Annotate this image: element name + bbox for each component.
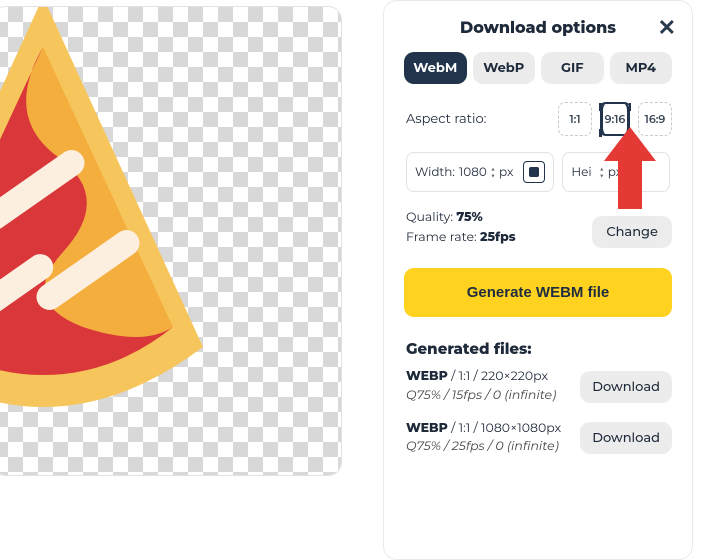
ratio-9-16[interactable]: 9:16 — [598, 102, 632, 136]
height-label: Hei — [571, 165, 591, 180]
px-unit: px — [499, 165, 513, 180]
generated-heading: Generated files: — [406, 339, 672, 358]
width-label: Width: — [415, 165, 455, 180]
format-webm[interactable]: WebM — [404, 52, 467, 84]
close-icon[interactable]: ✕ — [658, 17, 676, 39]
file-meta-top: WEBP / 1:1 / 220×220px — [406, 368, 580, 387]
width-stepper-icon[interactable]: ▲▼ — [491, 165, 495, 179]
ratio-1-1[interactable]: 1:1 — [558, 102, 592, 136]
pizza-illustration — [0, 6, 233, 417]
format-gif[interactable]: GIF — [541, 52, 604, 84]
generated-file-row: WEBP / 1:1 / 1080×1080px Q75% / 25fps / … — [404, 420, 672, 458]
format-tabs: WebM WebP GIF MP4 — [404, 52, 672, 84]
file-meta-top: WEBP / 1:1 / 1080×1080px — [406, 420, 580, 439]
file-meta-detail: Q75% / 25fps / 0 (infinite) — [406, 438, 580, 457]
lock-aspect-icon[interactable] — [523, 161, 545, 183]
ratio-16-9[interactable]: 16:9 — [638, 102, 672, 136]
width-input[interactable]: Width: 1080 ▲▼ px — [406, 152, 554, 192]
format-mp4[interactable]: MP4 — [610, 52, 673, 84]
height-input[interactable]: Hei ▲▼ px — [562, 152, 670, 192]
panel-title: Download options — [404, 19, 672, 38]
format-webp[interactable]: WebP — [473, 52, 536, 84]
transparent-canvas — [0, 6, 342, 476]
generate-button[interactable]: Generate WEBM file — [404, 268, 672, 317]
change-button[interactable]: Change — [592, 216, 672, 248]
generated-file-row: WEBP / 1:1 / 220×220px Q75% / 15fps / 0 … — [404, 368, 672, 406]
aspect-ratio-group: 1:1 9:16 16:9 — [558, 102, 672, 136]
width-value: 1080 — [459, 165, 487, 180]
download-panel: ✕ Download options WebM WebP GIF MP4 Asp… — [383, 0, 693, 560]
aspect-label: Aspect ratio: — [404, 111, 558, 127]
preview-pane — [0, 0, 365, 549]
height-stepper-icon[interactable]: ▲▼ — [600, 165, 604, 179]
download-button[interactable]: Download — [580, 422, 672, 454]
file-meta-detail: Q75% / 15fps / 0 (infinite) — [406, 387, 580, 406]
download-button[interactable]: Download — [580, 371, 672, 403]
px-unit: px — [608, 165, 622, 180]
